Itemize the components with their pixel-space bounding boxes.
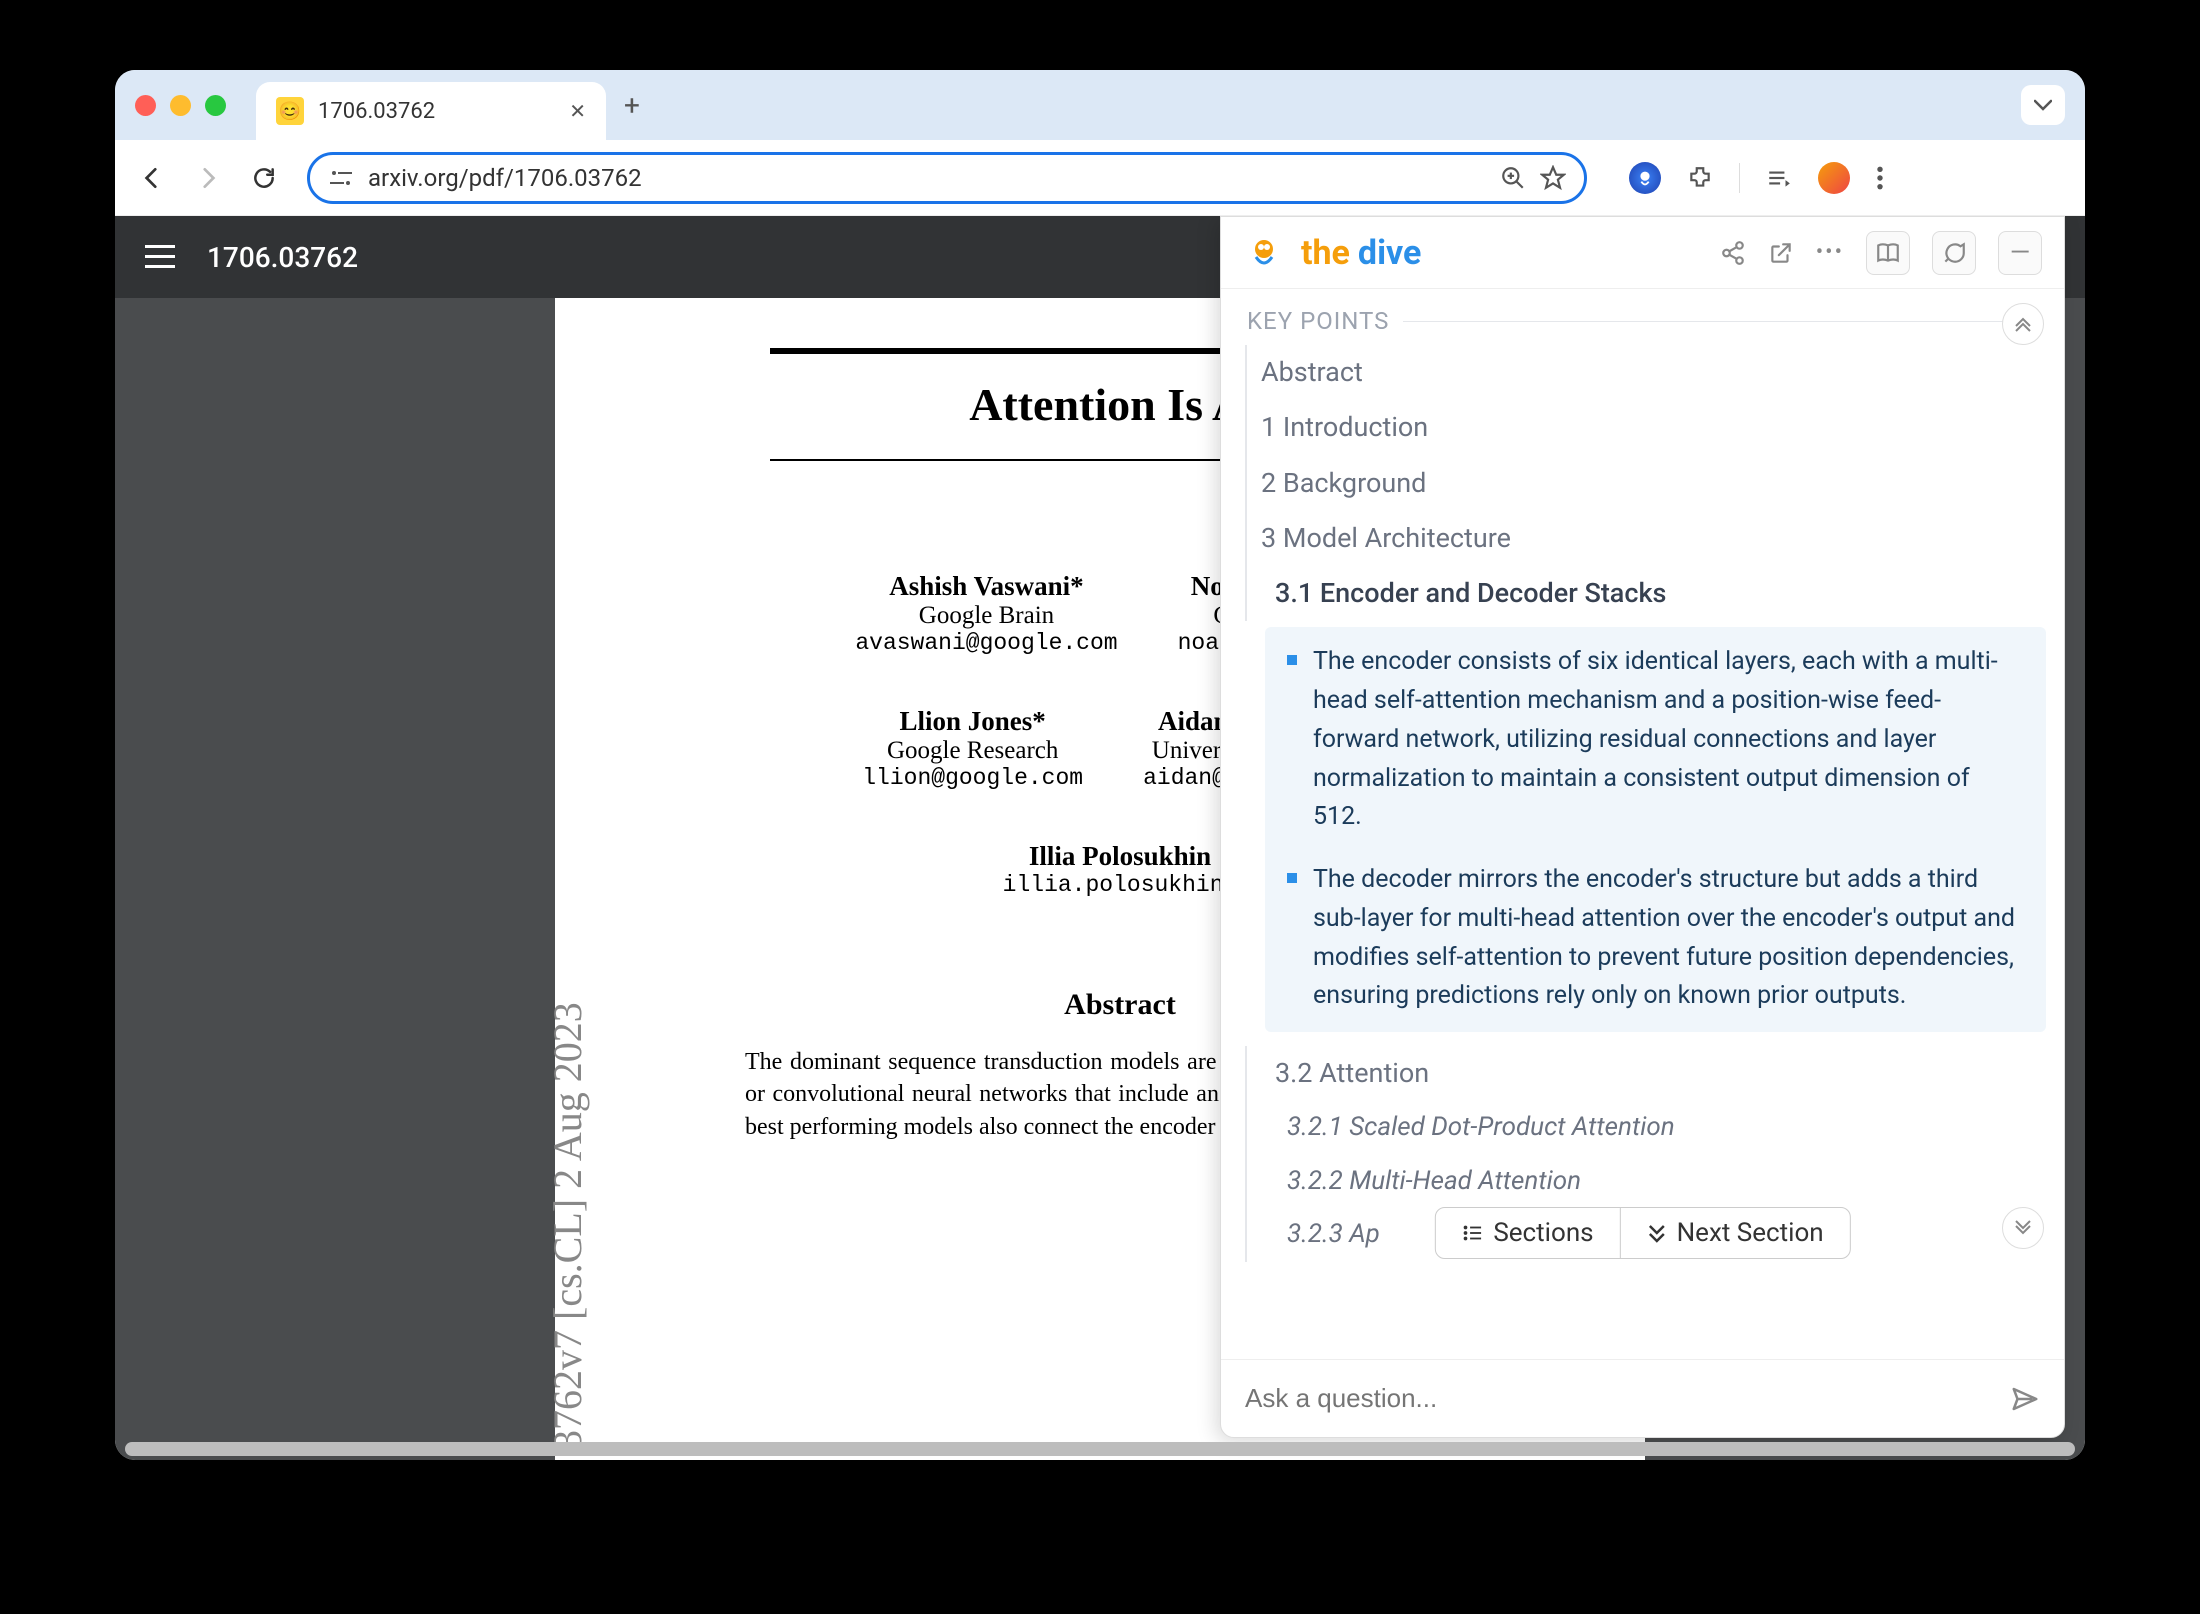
bullet-icon — [1287, 655, 1297, 665]
media-control-icon[interactable] — [1766, 165, 1792, 191]
browser-tab[interactable]: 😊 1706.03762 ✕ — [256, 82, 606, 140]
panel-header: thedive ••• — — [1221, 217, 2064, 289]
send-button[interactable] — [2010, 1384, 2040, 1414]
question-bar — [1221, 1359, 2064, 1437]
browser-window: 😊 1706.03762 ✕ + arxiv.org/pdf/1706.0376… — [115, 70, 2085, 1460]
site-settings-icon[interactable] — [328, 167, 354, 189]
key-points-label: KEY POINTS — [1221, 307, 2064, 335]
thedive-logo-icon — [1243, 232, 1285, 274]
logo-dive: dive — [1358, 233, 1422, 273]
panel-footer-buttons: Sections Next Section — [1434, 1207, 1850, 1259]
pdf-document-title: 1706.03762 — [207, 241, 358, 274]
maximize-window-button[interactable] — [205, 95, 226, 116]
open-external-icon[interactable] — [1768, 240, 1794, 266]
author-email: avaswani@google.com — [855, 630, 1117, 656]
content-area: 1706.03762 1 / 15 − 125% + Attention Is … — [115, 216, 2085, 1460]
url-bar[interactable]: arxiv.org/pdf/1706.03762 — [307, 152, 1587, 204]
key-points-block: The encoder consists of six identical la… — [1265, 627, 2046, 1032]
key-point: The decoder mirrors the encoder's struct… — [1287, 861, 2024, 1016]
author-name: Llion Jones* — [862, 706, 1083, 737]
browser-toolbar: arxiv.org/pdf/1706.03762 — [115, 140, 2085, 216]
outline-section-1[interactable]: 1 Introduction — [1245, 400, 2038, 455]
author: Ashish Vaswani* Google Brain avaswani@go… — [855, 571, 1117, 656]
thedive-logo-text: thedive — [1301, 233, 1421, 273]
author: Llion Jones* Google Research llion@googl… — [862, 706, 1083, 791]
zoom-icon[interactable] — [1500, 165, 1526, 191]
thedive-extension-icon[interactable] — [1629, 162, 1661, 194]
browser-menu-icon[interactable] — [1876, 165, 1884, 191]
outline-section-3-2-1[interactable]: 3.2.1 Scaled Dot-Product Attention — [1245, 1101, 2038, 1155]
outline-section-3-2-2[interactable]: 3.2.2 Multi-Head Attention — [1245, 1155, 2038, 1209]
book-icon[interactable] — [1866, 231, 1910, 275]
author-affiliation: Google Brain — [855, 602, 1117, 630]
tab-title: 1706.03762 — [318, 99, 435, 124]
url-text: arxiv.org/pdf/1706.03762 — [368, 164, 1486, 192]
tab-bar: 😊 1706.03762 ✕ + — [115, 70, 2085, 140]
key-point-text: The encoder consists of six identical la… — [1313, 643, 2024, 837]
bullet-icon — [1287, 873, 1297, 883]
outline-section-3[interactable]: 3 Model Architecture — [1245, 511, 2038, 566]
share-icon[interactable] — [1720, 240, 1746, 266]
extensions-icon[interactable] — [1687, 165, 1713, 191]
panel-header-icons: ••• — — [1720, 231, 2042, 275]
window-controls — [135, 95, 226, 116]
outline-abstract[interactable]: Abstract — [1245, 345, 2038, 400]
minimize-window-button[interactable] — [170, 95, 191, 116]
tab-close-button[interactable]: ✕ — [569, 99, 586, 123]
panel-body: KEY POINTS Abstract 1 Introduction 2 Bac… — [1221, 289, 2064, 1359]
forward-button[interactable] — [195, 165, 229, 191]
arxiv-stamp: 3762v7 [cs.CL] 2 Aug 2023 — [544, 1002, 591, 1450]
pdf-menu-icon[interactable] — [145, 245, 175, 269]
divider — [1403, 321, 2038, 322]
new-tab-button[interactable]: + — [624, 89, 640, 122]
bookmark-star-icon[interactable] — [1540, 165, 1566, 191]
author-affiliation: Google Research — [862, 737, 1083, 765]
logo-the: the — [1301, 233, 1350, 273]
profile-avatar[interactable] — [1818, 162, 1850, 194]
sections-label: Sections — [1493, 1218, 1593, 1248]
outline: Abstract 1 Introduction 2 Background 3 M… — [1221, 335, 2064, 621]
chat-icon[interactable] — [1932, 231, 1976, 275]
horizontal-scrollbar[interactable] — [125, 1442, 2075, 1456]
next-section-label: Next Section — [1677, 1218, 1824, 1248]
reload-button[interactable] — [251, 165, 285, 191]
outline-section-3-1[interactable]: 3.1 Encoder and Decoder Stacks — [1245, 566, 2038, 621]
outline-section-2[interactable]: 2 Background — [1245, 456, 2038, 511]
divider — [1739, 163, 1740, 193]
back-button[interactable] — [139, 165, 173, 191]
toolbar-extensions — [1629, 162, 1884, 194]
next-section-button[interactable]: Next Section — [1621, 1208, 1850, 1258]
collapse-up-button[interactable] — [2002, 303, 2044, 345]
outline-section-3-2[interactable]: 3.2 Attention — [1245, 1046, 2038, 1101]
tab-favicon: 😊 — [276, 97, 304, 125]
close-window-button[interactable] — [135, 95, 156, 116]
key-point: The encoder consists of six identical la… — [1287, 643, 2024, 837]
author-email: llion@google.com — [862, 765, 1083, 791]
collapse-down-button[interactable] — [2002, 1207, 2044, 1249]
sections-button[interactable]: Sections — [1435, 1208, 1620, 1258]
author-name: Ashish Vaswani* — [855, 571, 1117, 602]
tabs-dropdown-button[interactable] — [2021, 85, 2065, 125]
thedive-panel: thedive ••• — — [1220, 216, 2065, 1438]
key-point-text: The decoder mirrors the encoder's struct… — [1313, 861, 2024, 1016]
minimize-panel-icon[interactable]: — — [1998, 231, 2042, 275]
question-input[interactable] — [1245, 1383, 1994, 1414]
more-icon[interactable]: ••• — [1816, 240, 1844, 265]
